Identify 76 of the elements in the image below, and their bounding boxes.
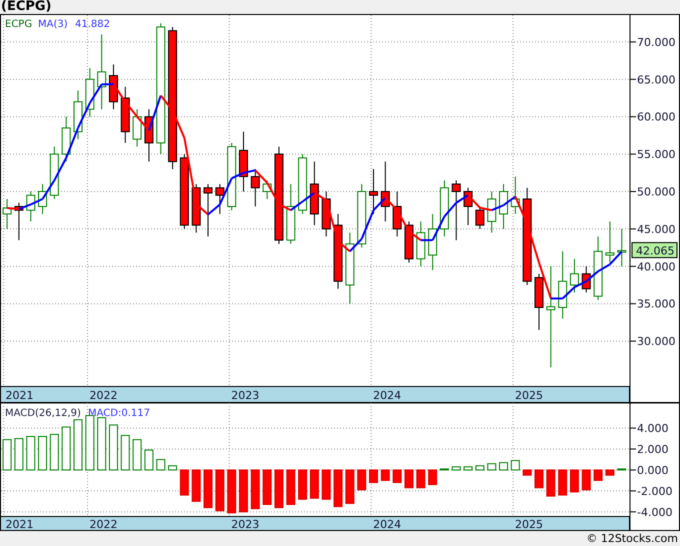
candlestick [440,180,449,237]
symbol-legend: ECPG [5,19,32,30]
candlestick [452,180,461,241]
price-axis-label: 65.000 [637,73,676,86]
year-label: 2024 [373,518,402,531]
price-axis-label: 55.000 [637,148,676,162]
candlestick [322,191,331,237]
year-label: 2024 [373,389,402,402]
candlestick [392,191,402,237]
candlestick [369,168,378,214]
candlestick [487,191,496,234]
candlestick [108,64,118,110]
candlestick [262,180,272,200]
price-axis-label: 30.000 [637,335,676,348]
year-label: 2025 [514,518,543,531]
candlestick [250,168,260,207]
candlestick [534,273,544,330]
candlestick [499,184,508,230]
price-axis-label: 35.000 [637,298,676,311]
price-axis-label: 45.000 [637,222,676,236]
candlestick [239,131,248,192]
year-label: 2023 [231,518,260,531]
year-label: 2025 [514,389,543,402]
year-label: 2021 [6,518,34,531]
candlestick [416,220,426,267]
year-label: 2023 [231,389,260,402]
candlestick [428,213,438,271]
macd-axis-label: -4.000 [637,506,672,519]
candlestick [2,198,12,230]
candlestick [74,90,82,140]
candlestick [204,184,213,237]
candlestick [50,146,59,200]
candlestick [85,68,94,118]
candlestick [286,184,296,244]
macd-legend: MACD(26,12,9) [5,408,81,419]
candlestick [120,86,130,144]
price-axis-label: 70.000 [637,36,676,49]
price-axis-label: 50.000 [637,186,676,199]
price-axis-label: 60.000 [637,110,676,124]
candlestick [215,184,224,214]
candlestick [227,142,236,211]
candlestick [298,154,308,214]
macd-axis-label: 2.000 [637,443,668,456]
price-axis-label: 40.000 [637,260,676,274]
candlestick [38,184,48,214]
candlestick [617,228,626,267]
candlestick [475,206,484,230]
candlestick [14,202,24,241]
year-label: 2022 [89,389,118,402]
candlestick [380,161,390,222]
chart-title: (ECPG) [0,0,53,14]
credit-text: © 12Stocks.com [586,532,678,545]
candlestick [26,191,36,222]
candlestick [310,161,319,226]
candlestick [570,258,579,293]
candlestick [62,116,71,162]
ma-value: 41.882 [75,19,110,30]
candlestick [404,220,414,264]
year-label: 2021 [6,389,34,402]
macd-axis-label: -2.000 [637,484,672,498]
ma-legend: MA(3) [38,19,68,30]
macd-axis-label: 0.000 [637,464,668,477]
candlestick [464,187,473,226]
macd-value: MACD:0.117 [88,408,150,419]
year-label: 2022 [89,518,118,531]
candlestick [192,184,201,234]
candlestick [357,184,366,248]
candlestick [582,266,591,293]
macd-axis-label: 4.000 [637,422,668,436]
candlestick [510,176,520,214]
last-price-tag: 42.065 [632,242,678,258]
candlestick [605,220,614,264]
candlestick [558,250,568,320]
candlestick [132,108,142,148]
candlestick [594,236,603,300]
candlestick [144,108,154,162]
